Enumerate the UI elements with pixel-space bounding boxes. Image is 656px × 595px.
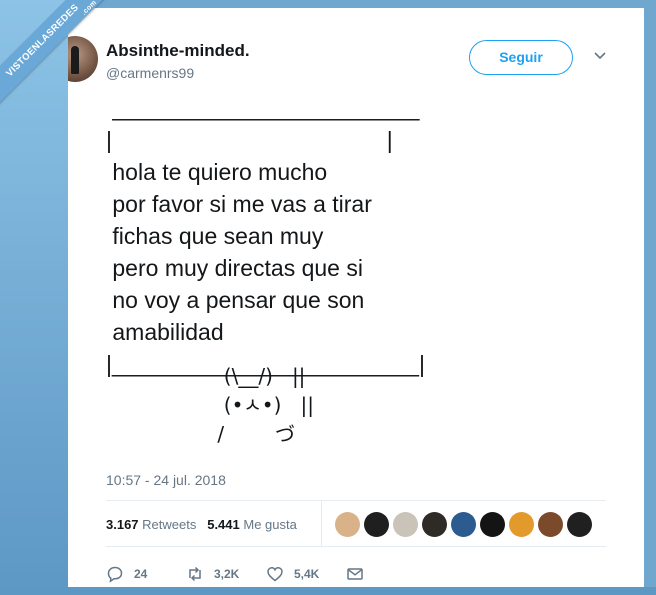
liker-avatar-5[interactable] <box>451 512 476 537</box>
user-handle[interactable]: @carmenrs99 <box>106 65 194 81</box>
user-avatar[interactable] <box>68 36 98 82</box>
follow-button[interactable]: Seguir <box>469 40 573 75</box>
liker-avatar-4[interactable] <box>422 512 447 537</box>
like-button[interactable]: 5,4K <box>266 563 319 585</box>
stats-separator <box>321 500 322 546</box>
divider <box>106 546 606 547</box>
liker-avatar-6[interactable] <box>480 512 505 537</box>
retweet-button[interactable]: 3,2K <box>186 563 239 585</box>
retweets-count[interactable]: 3.167 <box>106 517 139 532</box>
likes-label[interactable]: Me gusta <box>243 517 296 532</box>
liker-avatar-9[interactable] <box>567 512 592 537</box>
chevron-down-icon[interactable] <box>593 51 607 61</box>
bottom-stripe <box>0 587 656 595</box>
user-name[interactable]: Absinthe-minded. <box>106 41 250 61</box>
message-button[interactable] <box>346 563 364 585</box>
tweet-card: Absinthe-minded. @carmenrs99 Seguir ____… <box>68 8 644 587</box>
likes-count[interactable]: 5.441 <box>207 517 240 532</box>
tweet-ascii-art: (\__/) || (•ㅅ•) || / づ <box>217 364 314 446</box>
retweets-label[interactable]: Retweets <box>142 517 196 532</box>
liker-avatar-1[interactable] <box>335 512 360 537</box>
retweet-icon <box>189 566 201 582</box>
reply-button[interactable]: 24 <box>106 563 147 585</box>
liker-avatar-8[interactable] <box>538 512 563 537</box>
divider <box>106 500 606 501</box>
like-count: 5,4K <box>294 567 320 581</box>
reply-count: 24 <box>134 567 148 581</box>
tweet-timestamp[interactable]: 10:57 - 24 jul. 2018 <box>106 472 226 488</box>
tweet-text: ________________________ | | hola te qui… <box>106 95 425 377</box>
liker-avatar-2[interactable] <box>364 512 389 537</box>
tweet-stats: 3.167 Retweets 5.441 Me gusta <box>106 517 297 532</box>
avatar-figure <box>71 46 79 74</box>
liker-avatar-3[interactable] <box>393 512 418 537</box>
envelope-icon <box>347 568 363 580</box>
retweet-count: 3,2K <box>214 567 240 581</box>
liker-avatar-7[interactable] <box>509 512 534 537</box>
heart-icon <box>267 567 283 582</box>
reply-icon <box>107 566 123 583</box>
